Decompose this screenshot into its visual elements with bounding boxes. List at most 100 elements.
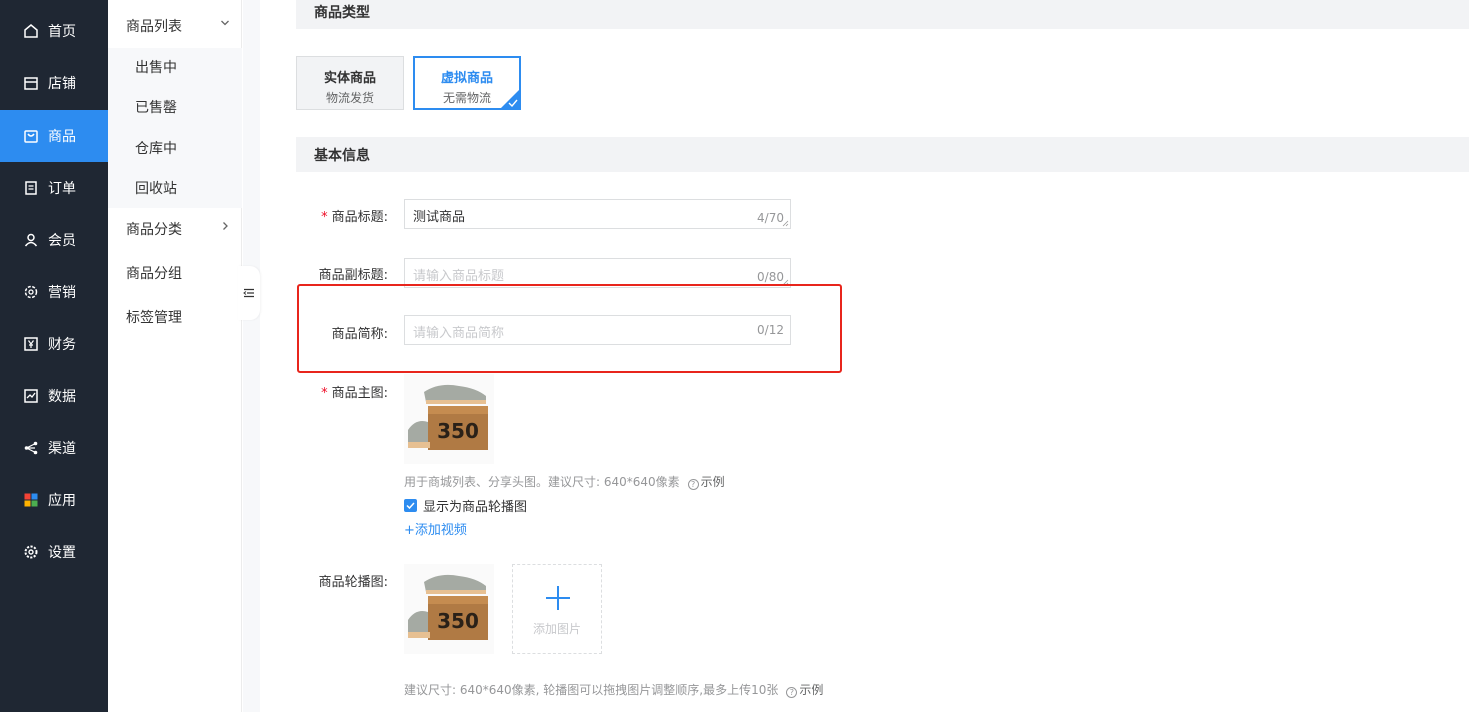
main-image-label: * 商品主图: bbox=[296, 382, 388, 401]
add-image-button[interactable]: 添加图片 bbox=[512, 564, 602, 654]
checkbox-label: 显示为商品轮播图 bbox=[423, 500, 528, 515]
apps-icon bbox=[22, 491, 40, 509]
subtitle-placeholder: 请输入商品标题 bbox=[413, 269, 505, 284]
nav-order[interactable]: 订单 bbox=[0, 162, 108, 214]
yen-icon bbox=[22, 335, 40, 353]
section-title: 商品类型 bbox=[314, 4, 370, 21]
home-icon bbox=[22, 22, 40, 40]
collapse-icon bbox=[243, 288, 254, 298]
main-image-label-text: 商品主图: bbox=[331, 386, 388, 401]
nav-member-label: 会员 bbox=[48, 233, 76, 249]
order-icon bbox=[22, 179, 40, 197]
title-char-count: 4/70 bbox=[757, 211, 784, 225]
nav2-item-label: 已售罄 bbox=[135, 100, 177, 116]
nav-apps-label: 应用 bbox=[48, 493, 76, 509]
nav-settings[interactable]: 设置 bbox=[0, 526, 108, 578]
section-basic-info: 基本信息 bbox=[296, 137, 1469, 172]
nav2-item-sold-out[interactable]: 已售罄 bbox=[108, 87, 242, 127]
question-icon: ? bbox=[786, 687, 798, 698]
title-label: * 商品标题: bbox=[296, 206, 388, 225]
primary-nav: 首页 店铺 商品 订单 会员 营销 财务 数据 渠道 应用 设置 bbox=[0, 0, 108, 712]
nav-data[interactable]: 数据 bbox=[0, 370, 108, 422]
type-card-title: 虚拟商品 bbox=[440, 71, 493, 86]
nav-member[interactable]: 会员 bbox=[0, 214, 108, 266]
nav2-item-recycle[interactable]: 回收站 bbox=[108, 168, 242, 208]
nav-finance-label: 财务 bbox=[48, 337, 76, 353]
show-as-carousel-checkbox[interactable]: 显示为商品轮播图 bbox=[404, 496, 527, 515]
nav2-item-label: 仓库中 bbox=[135, 141, 177, 157]
main-image-thumbnail[interactable]: 350 bbox=[404, 374, 494, 464]
example-link[interactable]: 示例 bbox=[799, 683, 823, 697]
nav-store-label: 店铺 bbox=[48, 76, 76, 92]
plus-icon bbox=[546, 586, 570, 610]
type-card-virtual[interactable]: 虚拟商品 无需物流 bbox=[413, 56, 521, 110]
type-card-physical[interactable]: 实体商品 物流发货 bbox=[296, 56, 404, 110]
carousel-image-thumbnail[interactable]: 350 bbox=[404, 564, 494, 654]
nav2-tags-label: 标签管理 bbox=[126, 310, 182, 326]
title-input[interactable]: 测试商品 4/70 bbox=[404, 199, 791, 229]
nav2-product-list-label: 商品列表 bbox=[126, 19, 182, 35]
resize-handle-icon[interactable] bbox=[782, 220, 789, 227]
share-icon bbox=[22, 439, 40, 457]
subtitle-char-count: 0/80 bbox=[757, 270, 784, 284]
nav-store[interactable]: 店铺 bbox=[0, 57, 108, 109]
highlight-box bbox=[297, 284, 842, 373]
nav2-product-list[interactable]: 商品列表 bbox=[108, 4, 242, 48]
checkbox-checked-icon bbox=[404, 499, 417, 512]
nav-apps[interactable]: 应用 bbox=[0, 474, 108, 526]
nav2-group[interactable]: 商品分组 bbox=[108, 251, 242, 295]
add-video-link[interactable]: +添加视频 bbox=[404, 519, 467, 538]
type-card-title: 实体商品 bbox=[323, 71, 376, 86]
nav-settings-label: 设置 bbox=[48, 545, 76, 561]
sneaker-box-image: 350 bbox=[404, 374, 494, 464]
title-label-text: 商品标题: bbox=[331, 210, 388, 225]
nav2-category-label: 商品分类 bbox=[126, 222, 182, 238]
nav2-tags[interactable]: 标签管理 bbox=[108, 295, 242, 339]
nav-data-label: 数据 bbox=[48, 389, 76, 405]
check-icon bbox=[508, 99, 518, 107]
nav2-item-warehouse[interactable]: 仓库中 bbox=[108, 128, 242, 168]
nav-order-label: 订单 bbox=[48, 181, 76, 197]
subtitle-label: 商品副标题: bbox=[318, 268, 388, 283]
carousel-help: 建议尺寸: 640*640像素, 轮播图可以拖拽图片调整顺序,最多上传10张? 示… bbox=[404, 681, 823, 698]
settings-icon bbox=[22, 543, 40, 561]
box-print: 350 bbox=[437, 609, 479, 633]
content-gutter bbox=[243, 0, 260, 712]
chart-icon bbox=[22, 387, 40, 405]
sneaker-box-image: 350 bbox=[404, 564, 494, 654]
nav2-item-label: 出售中 bbox=[135, 60, 177, 76]
nav2-category[interactable]: 商品分类 bbox=[108, 207, 242, 251]
nav-channel-label: 渠道 bbox=[48, 441, 76, 457]
title-input-value: 测试商品 bbox=[413, 210, 466, 225]
nav-product[interactable]: 商品 bbox=[0, 110, 108, 162]
chevron-right-icon bbox=[223, 222, 228, 230]
question-icon: ? bbox=[687, 479, 699, 490]
app: 首页 店铺 商品 订单 会员 营销 财务 数据 渠道 应用 设置 商品列表 出售… bbox=[0, 0, 1469, 712]
gear-star-icon bbox=[22, 283, 40, 301]
main-image-help-text: 用于商城列表、分享头图。建议尺寸: 640*640像素 bbox=[404, 475, 680, 489]
secondary-nav: 商品列表 出售中 已售罄 仓库中 回收站 商品分类 商品分组 标签管理 bbox=[108, 0, 242, 712]
nav-marketing[interactable]: 营销 bbox=[0, 266, 108, 318]
type-card-desc: 物流发货 bbox=[325, 91, 374, 105]
nav-marketing-label: 营销 bbox=[48, 285, 76, 301]
example-link[interactable]: 示例 bbox=[701, 475, 725, 489]
carousel-help-text: 建议尺寸: 640*640像素, 轮播图可以拖拽图片调整顺序,最多上传10张 bbox=[404, 683, 779, 697]
box-print: 350 bbox=[437, 419, 479, 443]
bag-icon bbox=[22, 127, 40, 145]
nav-finance[interactable]: 财务 bbox=[0, 318, 108, 370]
required-mark: * bbox=[321, 386, 328, 401]
nav-home[interactable]: 首页 bbox=[0, 5, 108, 57]
user-icon bbox=[22, 231, 40, 249]
nav-product-label: 商品 bbox=[48, 129, 76, 145]
add-image-label: 添加图片 bbox=[532, 622, 581, 636]
required-mark: * bbox=[321, 210, 328, 225]
carousel-label: 商品轮播图: bbox=[318, 575, 388, 590]
section-product-type: 商品类型 bbox=[296, 0, 1469, 29]
section-title: 基本信息 bbox=[314, 147, 370, 164]
nav2-item-on-sale[interactable]: 出售中 bbox=[108, 47, 242, 87]
chevron-down-icon bbox=[221, 20, 229, 26]
nav-home-label: 首页 bbox=[48, 24, 76, 40]
collapse-sidebar-button[interactable] bbox=[238, 266, 260, 320]
nav-channel[interactable]: 渠道 bbox=[0, 422, 108, 474]
nav2-item-label: 回收站 bbox=[135, 181, 177, 197]
